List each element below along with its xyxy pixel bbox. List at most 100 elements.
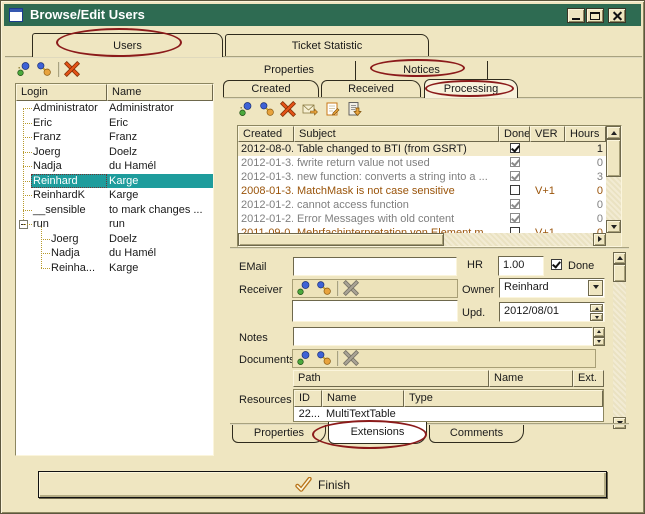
hr-field[interactable]: 1.00 — [498, 256, 544, 276]
tab-created[interactable]: Created — [223, 80, 319, 97]
link-notice-button[interactable] — [259, 101, 276, 118]
resource-name: MultiTextTable — [326, 407, 396, 422]
add-document-button[interactable] — [296, 350, 313, 367]
delete-notice-button[interactable] — [280, 101, 297, 118]
tree-row[interactable]: Reinha...Karge — [16, 261, 213, 276]
tab-comments[interactable]: Comments — [429, 425, 524, 443]
tab-received[interactable]: Received — [321, 80, 421, 97]
user-login: Reinhard — [31, 174, 107, 189]
email-label: EMail — [239, 261, 267, 273]
notice-row[interactable]: 2012-01-2...cannot access function0 — [238, 198, 606, 212]
delete-notice-icon — [280, 101, 296, 117]
close-button[interactable] — [608, 8, 626, 23]
titlebar[interactable]: Browse/Edit Users — [4, 4, 641, 26]
tree-row[interactable]: Nadjadu Hamél — [16, 159, 213, 174]
forward-notice-button[interactable] — [302, 101, 319, 118]
hscroll-thumb[interactable] — [238, 233, 444, 246]
maximize-button[interactable] — [586, 8, 604, 23]
scroll-right-button[interactable] — [593, 233, 606, 246]
user-login: Franz — [33, 130, 61, 145]
scroll-up-button[interactable] — [606, 126, 621, 139]
col-header-type[interactable]: Type — [404, 390, 603, 407]
tree-row[interactable]: JoergDoelz — [16, 232, 213, 247]
tab-ticket-statistic[interactable]: Ticket Statistic — [225, 34, 429, 57]
delete-document-button-disabled[interactable] — [343, 350, 360, 367]
col-header-ver[interactable]: VER — [530, 126, 565, 142]
notes-scroll-up-button[interactable] — [593, 327, 605, 337]
tree-row[interactable]: Nadjadu Hamél — [16, 246, 213, 261]
tab-processing[interactable]: Processing — [424, 79, 518, 98]
scroll-down-button[interactable] — [606, 220, 621, 233]
notice-done-checkbox[interactable] — [510, 157, 520, 167]
owner-combobox[interactable]: Reinhard — [499, 278, 605, 298]
notice-done-checkbox[interactable] — [510, 199, 520, 209]
add-user-button[interactable] — [16, 61, 33, 78]
notice-created: 2012-01-3... — [241, 170, 293, 184]
notice-row[interactable]: 2008-01-3...MatchMask is not case sensit… — [238, 184, 606, 198]
tree-row[interactable]: ReinhardKKarge — [16, 188, 213, 203]
finish-button[interactable]: Finish — [38, 471, 607, 498]
col-header-created[interactable]: Created — [238, 126, 294, 142]
notice-subject: cannot access function — [297, 198, 497, 212]
tree-row[interactable]: runrun — [16, 217, 213, 232]
delete-user-button[interactable] — [64, 61, 81, 78]
link-receiver-button[interactable] — [316, 280, 333, 297]
notice-done-checkbox[interactable] — [510, 143, 520, 153]
col-header-doc-name[interactable]: Name — [489, 370, 573, 387]
col-header-subject[interactable]: Subject — [294, 126, 499, 142]
form-vscroll-thumb[interactable] — [613, 264, 626, 282]
delete-receiver-button-disabled[interactable] — [343, 280, 360, 297]
user-tree[interactable]: Login Name AdministratorAdministratorEri… — [15, 83, 214, 456]
tab-extensions[interactable]: Extensions — [328, 422, 427, 444]
notice-row[interactable]: 2012-08-0...Table changed to BTI (from G… — [238, 142, 606, 156]
edit-notice-button[interactable] — [324, 101, 341, 118]
receiver-field[interactable] — [292, 300, 458, 322]
export-notice-button[interactable] — [346, 101, 363, 118]
notice-done-checkbox[interactable] — [510, 171, 520, 181]
tree-header-login[interactable]: Login — [16, 84, 107, 101]
vscroll-thumb[interactable] — [606, 139, 621, 177]
receiver-toolbar — [292, 279, 458, 298]
col-header-hours[interactable]: Hours — [565, 126, 606, 142]
tree-row[interactable]: EricEric — [16, 116, 213, 131]
col-header-path[interactable]: Path — [293, 370, 489, 387]
col-header-ext[interactable]: Ext. — [573, 370, 604, 387]
notice-row[interactable]: 2012-01-2...Error Messages with old cont… — [238, 212, 606, 226]
tab-users[interactable]: Users — [32, 33, 223, 57]
owner-dropdown-button[interactable] — [588, 280, 603, 296]
spin-down-button[interactable] — [590, 313, 603, 321]
tab-notices[interactable]: Notices — [356, 61, 488, 80]
link-user-button[interactable] — [36, 61, 53, 78]
notice-done-checkbox[interactable] — [510, 185, 520, 195]
col-header-res-name[interactable]: Name — [322, 390, 404, 407]
col-header-id[interactable]: ID — [294, 390, 322, 407]
add-notice-button[interactable] — [238, 101, 255, 118]
done-checkbox[interactable] — [551, 259, 562, 270]
upd-spinner[interactable] — [590, 304, 603, 320]
add-receiver-button[interactable] — [296, 280, 313, 297]
tree-row[interactable]: ReinhardKarge — [16, 174, 213, 189]
notice-done-checkbox[interactable] — [510, 213, 520, 223]
notes-scroll-down-button[interactable] — [593, 337, 605, 346]
form-scroll-up-button[interactable] — [613, 252, 626, 264]
notice-row[interactable]: 2012-01-3...new function: converts a str… — [238, 170, 606, 184]
col-header-done[interactable]: Done — [499, 126, 530, 142]
notice-row[interactable]: 2012-01-3...fwrite return value not used… — [238, 156, 606, 170]
resource-row[interactable]: 22...MultiTextTable — [294, 407, 603, 422]
minimize-button[interactable] — [567, 8, 585, 23]
tree-row[interactable]: AdministratorAdministrator — [16, 101, 213, 116]
tab-properties-bottom[interactable]: Properties — [232, 425, 326, 443]
spin-up-button[interactable] — [590, 304, 603, 312]
notes-field[interactable] — [293, 327, 593, 346]
tab-properties-top[interactable]: Properties — [223, 61, 356, 80]
notices-table[interactable]: Created Subject Done VER Hours 2012-08-0… — [237, 125, 622, 247]
tree-row[interactable]: FranzFranz — [16, 130, 213, 145]
tree-row[interactable]: __sensibleto mark changes ... — [16, 203, 213, 218]
upd-date-field[interactable]: 2012/08/01 — [499, 302, 605, 322]
link-document-button[interactable] — [316, 350, 333, 367]
resources-table[interactable]: ID Name Type 22...MultiTextTable — [293, 389, 604, 422]
tree-row[interactable]: JoergDoelz — [16, 145, 213, 160]
tree-header-name[interactable]: Name — [107, 84, 213, 101]
window-title: Browse/Edit Users — [30, 7, 145, 22]
email-field[interactable] — [293, 257, 457, 276]
